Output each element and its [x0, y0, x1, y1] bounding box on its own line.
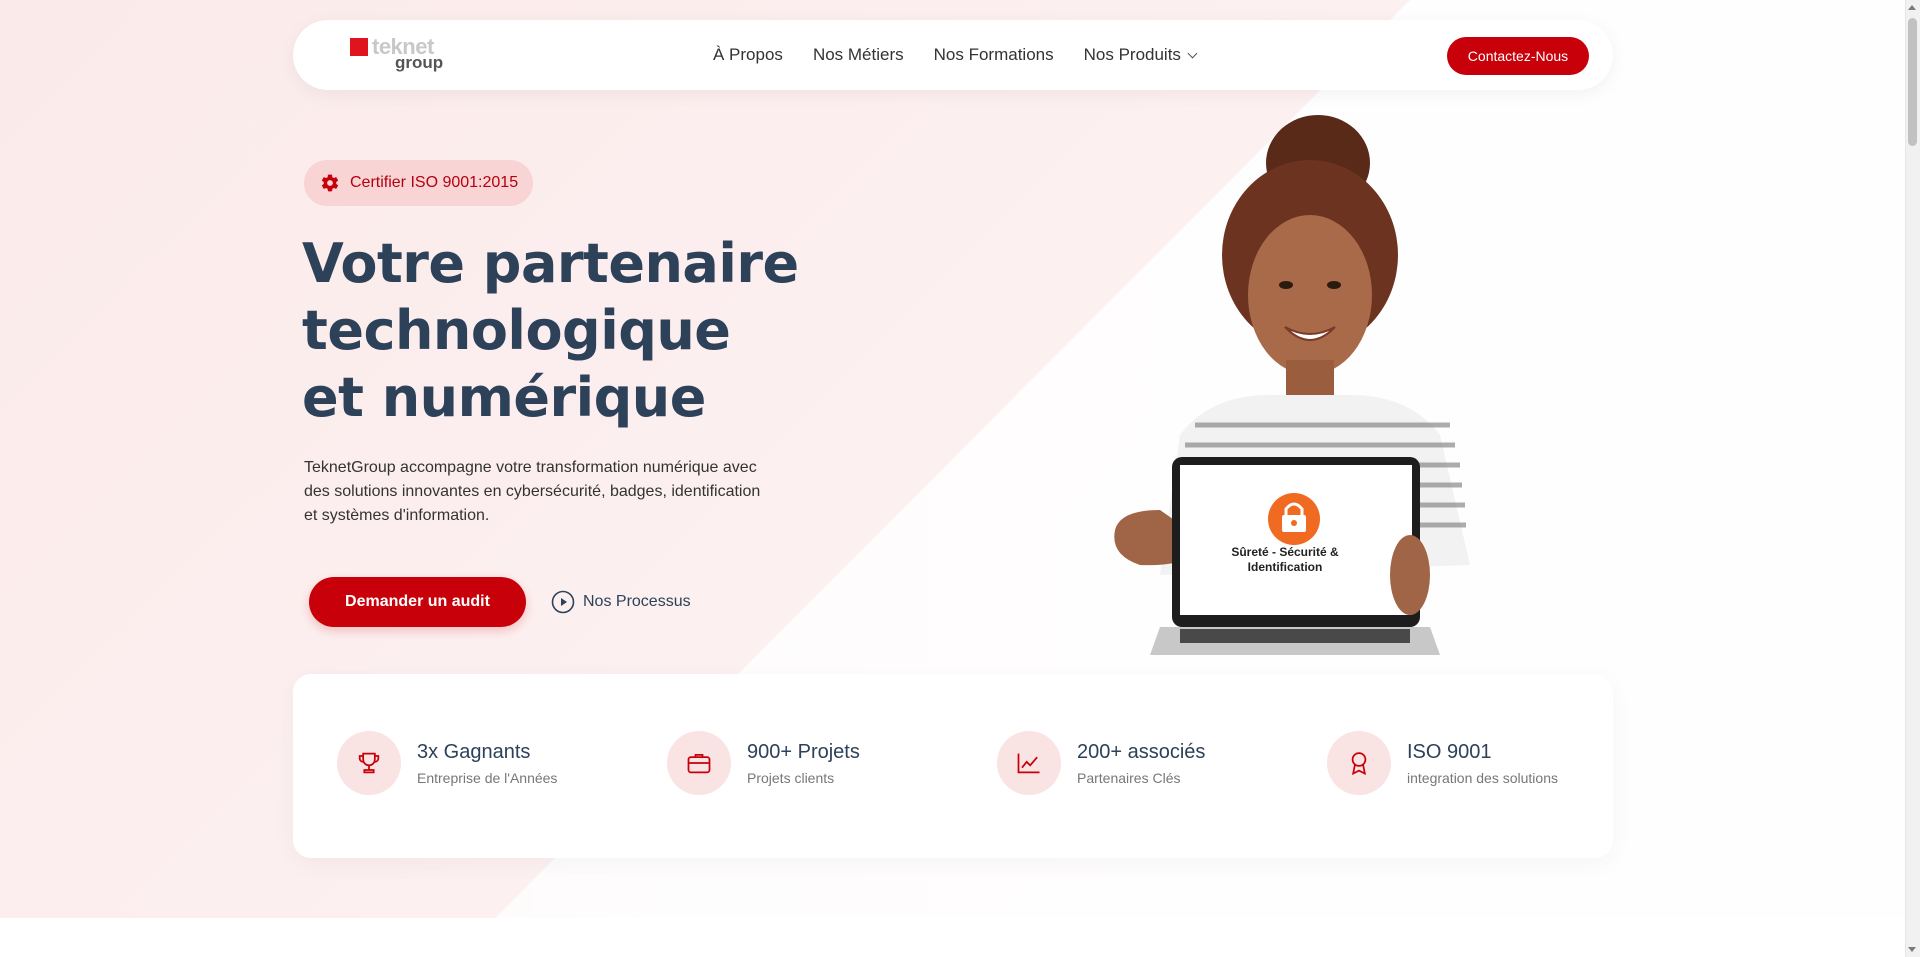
- logo[interactable]: teknet group: [350, 34, 450, 78]
- stat-label: Entreprise de l'Années: [417, 769, 558, 786]
- stat-icon-circle: [1327, 731, 1391, 795]
- stat-projects: 900+ Projets Projets clients: [667, 730, 860, 796]
- logo-subword: group: [395, 53, 444, 72]
- page-title: Votre partenaire technologique et numéri…: [302, 232, 799, 429]
- navbar: teknet group À Propos Nos Métiers Nos Fo…: [293, 20, 1613, 90]
- gear-icon: [321, 174, 339, 192]
- stat-value: 200+ associés: [1077, 740, 1206, 763]
- trophy-icon: [358, 752, 380, 774]
- page-bottom: [0, 918, 1905, 957]
- contact-button[interactable]: Contactez-Nous: [1447, 37, 1589, 75]
- scroll-up-icon[interactable]: [1908, 5, 1916, 10]
- process-link[interactable]: Nos Processus: [551, 588, 691, 616]
- nav-item-nos-metiers[interactable]: Nos Métiers: [813, 45, 904, 65]
- logo-mark-icon: [350, 38, 368, 56]
- scroll-thumb[interactable]: [1908, 18, 1917, 146]
- nav-item-a-propos[interactable]: À Propos: [713, 45, 783, 65]
- chart-line-icon: [1017, 753, 1040, 774]
- hero-description: TeknetGroup accompagne votre transformat…: [304, 459, 761, 524]
- stat-partners: 200+ associés Partenaires Clés: [997, 730, 1205, 796]
- laptop-screen-text: Sûreté - Sécurité & Identification: [1231, 545, 1339, 574]
- stat-label: Projets clients: [747, 769, 835, 786]
- scroll-down-icon[interactable]: [1908, 947, 1916, 952]
- stat-label: Partenaires Clés: [1077, 769, 1181, 786]
- stat-winners: 3x Gagnants Entreprise de l'Années: [337, 730, 557, 796]
- stat-icon-circle: [337, 731, 401, 795]
- stat-iso: ISO 9001 integration des solutions: [1327, 730, 1558, 796]
- chevron-down-icon: [1187, 48, 1198, 58]
- iso-badge-label: Certifier ISO 9001:2015: [350, 174, 519, 191]
- page-scrollbar[interactable]: [1905, 0, 1920, 957]
- nav-item-nos-produits[interactable]: Nos Produits: [1084, 45, 1198, 65]
- iso-badge: Certifier ISO 9001:2015: [304, 160, 533, 206]
- stats-card: 3x Gagnants Entreprise de l'Années 900+ …: [293, 674, 1613, 858]
- play-icon: [551, 590, 575, 614]
- stat-label: integration des solutions: [1407, 769, 1558, 786]
- stat-icon-circle: [667, 731, 731, 795]
- request-audit-button[interactable]: Demander un audit: [309, 577, 526, 627]
- nav-item-nos-formations[interactable]: Nos Formations: [934, 45, 1054, 65]
- nav-links: À Propos Nos Métiers Nos Formations Nos …: [713, 20, 1198, 90]
- stat-value: 3x Gagnants: [417, 740, 531, 763]
- stat-icon-circle: [997, 731, 1061, 795]
- stat-value: 900+ Projets: [747, 740, 860, 763]
- stat-value: ISO 9001: [1407, 740, 1492, 763]
- briefcase-icon: [687, 753, 711, 774]
- award-icon: [1351, 752, 1367, 776]
- hero-illustration: [1114, 115, 1470, 655]
